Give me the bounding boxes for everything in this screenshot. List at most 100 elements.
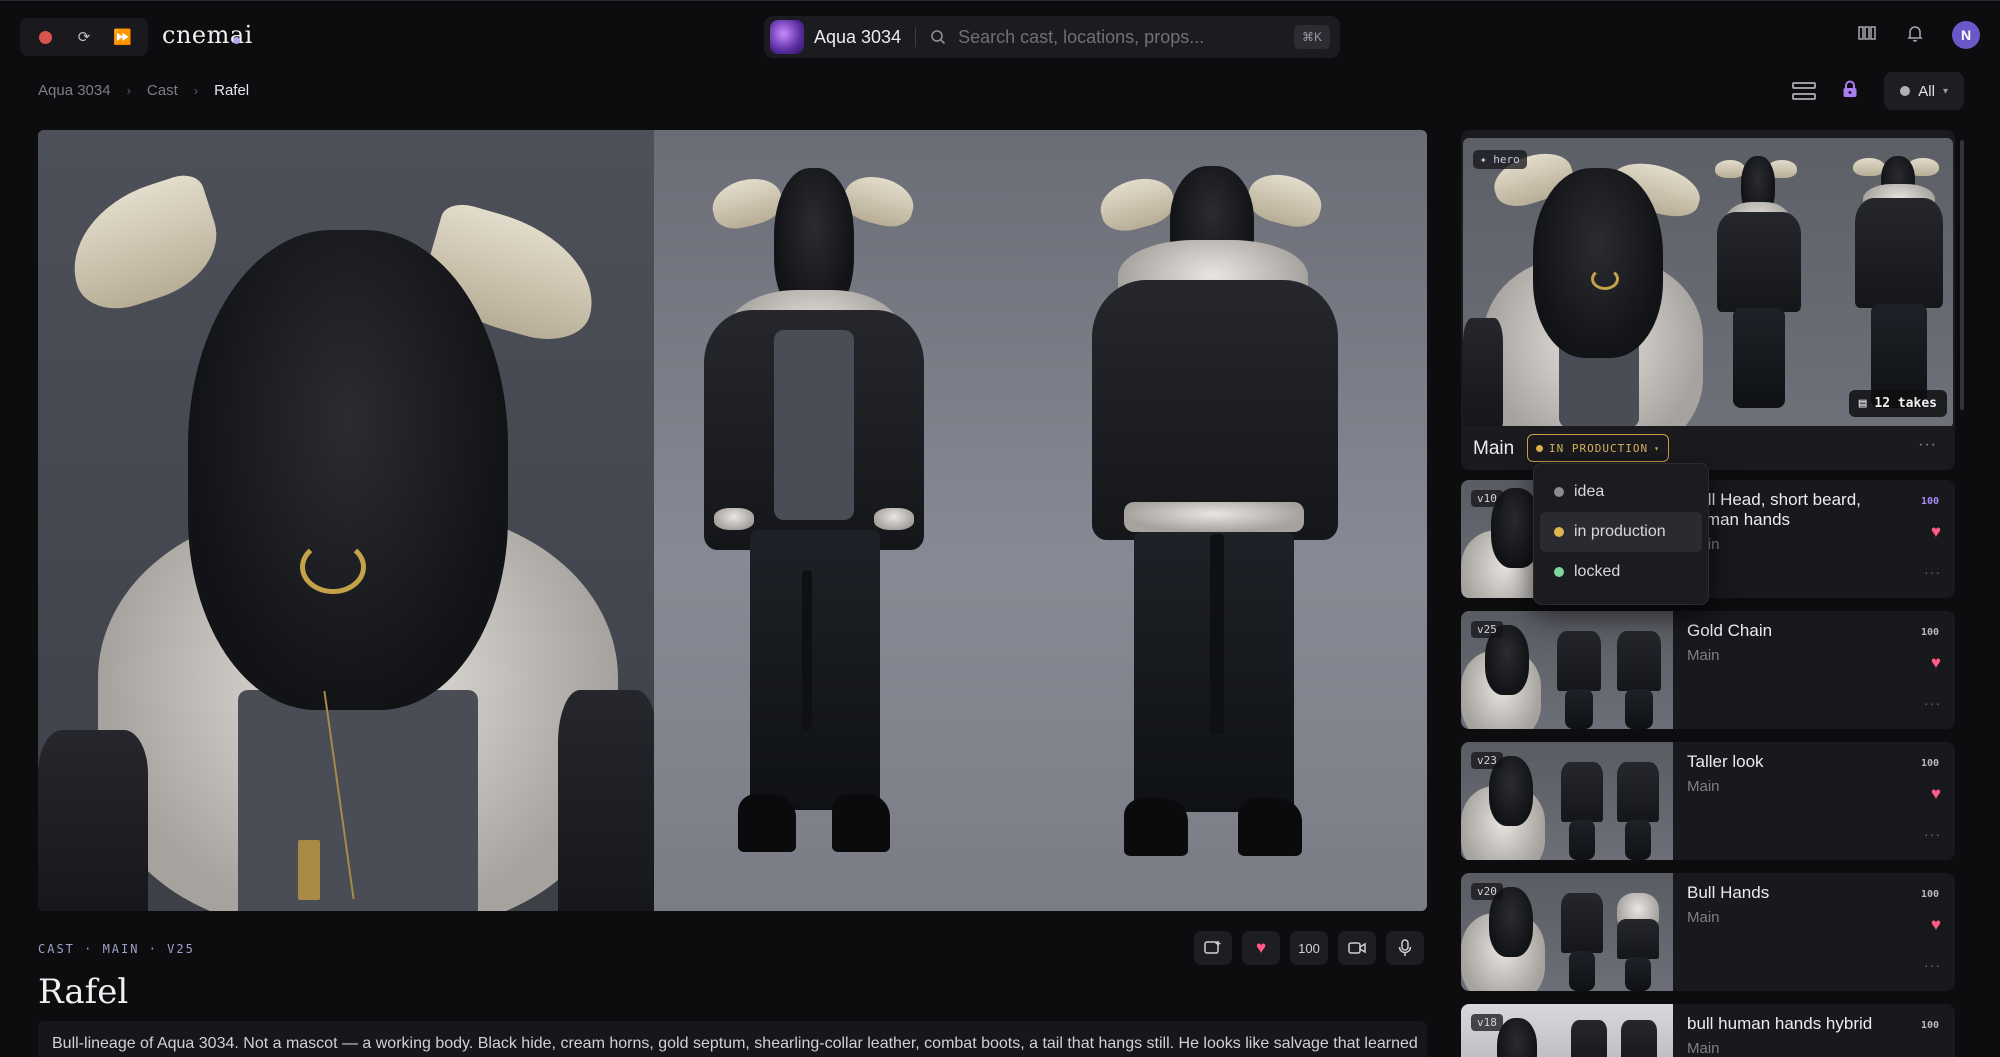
top-right-actions: N: [1856, 21, 1980, 49]
page-title: Rafel: [38, 972, 129, 1012]
version-badge: v25: [1471, 621, 1503, 638]
chevron-right-icon: ›: [126, 83, 131, 98]
take-score: 100: [1920, 758, 1939, 769]
take-thumbnail[interactable]: v23: [1461, 742, 1673, 860]
bull-head: [1497, 1018, 1537, 1057]
main-character-image[interactable]: [38, 130, 1427, 911]
breadcrumb: Aqua 3034 › Cast › Rafel: [38, 82, 249, 99]
jacket: [1617, 919, 1659, 959]
favorite-heart-icon[interactable]: ♥: [1931, 784, 1941, 804]
record-icon[interactable]: [31, 23, 59, 51]
fast-forward-icon[interactable]: ⏩: [109, 23, 137, 51]
take-title: Gold Chain: [1687, 621, 1773, 640]
search-shortcut: ⌘K: [1293, 25, 1330, 49]
microphone-icon[interactable]: [1386, 931, 1424, 965]
top-bar: ⟳ ⏩ cnemai Aqua 3034 ⌘K N: [0, 0, 2000, 72]
status-dot: [1554, 567, 1564, 577]
version-badge: v18: [1471, 1014, 1503, 1031]
chevron-right-icon: ›: [193, 83, 199, 98]
video-camera-icon[interactable]: [1338, 931, 1376, 965]
status-option-label: idea: [1574, 483, 1605, 500]
breadcrumb-project[interactable]: Aqua 3034: [38, 82, 111, 99]
chevron-down-icon: ▾: [1942, 85, 1948, 97]
jacket: [1561, 893, 1603, 953]
pendant: [298, 840, 320, 900]
layout-toggle-icon[interactable]: [1792, 79, 1817, 103]
divider: [915, 27, 917, 47]
take-card[interactable]: v20 Bull Hands Main 100 ♥ ···: [1461, 873, 1955, 991]
status-dropdown-menu: idea in production locked: [1533, 463, 1709, 605]
pants: [1625, 820, 1651, 860]
take-subtitle: Main: [1687, 647, 1720, 664]
score-button[interactable]: 100: [1290, 931, 1328, 965]
hero-thumbnail[interactable]: ✦ hero ▤ 12 takes: [1463, 138, 1953, 428]
filter-dot: [1900, 86, 1911, 96]
take-title: Bull Hands: [1687, 883, 1770, 902]
hero-take-card[interactable]: ✦ hero ▤ 12 takes Main IN PRODUCTION ▾ ·…: [1461, 130, 1955, 470]
filter-dropdown[interactable]: All ▾: [1884, 72, 1964, 110]
take-subtitle: Main: [1687, 909, 1720, 926]
tail: [802, 570, 812, 730]
take-thumbnail[interactable]: v25: [1461, 611, 1673, 729]
horn: [1853, 158, 1885, 176]
pants: [1733, 308, 1785, 408]
refresh-icon[interactable]: ⟳: [70, 23, 98, 51]
favorite-heart-icon[interactable]: ♥: [1931, 522, 1941, 542]
board-icon[interactable]: [1856, 25, 1878, 46]
project-search-bar: Aqua 3034 ⌘K: [764, 16, 1340, 58]
nose-ring: [300, 540, 366, 594]
status-option-in-production[interactable]: in production: [1540, 512, 1702, 552]
turnaround-panel: [654, 130, 1427, 911]
status-pill[interactable]: IN PRODUCTION ▾: [1527, 434, 1669, 462]
bull-head: [1533, 168, 1663, 358]
lock-icon[interactable]: [1842, 80, 1858, 103]
takes-count-badge[interactable]: ▤ 12 takes: [1848, 390, 1947, 417]
add-take-button[interactable]: [1194, 931, 1232, 965]
bell-icon[interactable]: [1904, 24, 1926, 47]
horn-left: [1095, 171, 1179, 237]
breadcrumb-current: Rafel: [214, 82, 250, 99]
character-description[interactable]: Bull-lineage of Aqua 3034. Not a mascot …: [38, 1021, 1427, 1057]
search-icon: [930, 29, 946, 45]
more-options-icon[interactable]: ···: [1924, 957, 1941, 973]
search-input[interactable]: [958, 26, 1294, 48]
pants: [1569, 951, 1595, 991]
take-thumbnail[interactable]: v18: [1461, 1004, 1673, 1057]
take-thumbnail[interactable]: v20: [1461, 873, 1673, 991]
take-title: bull human hands hybrid: [1687, 1014, 1873, 1033]
more-options-icon[interactable]: ···: [1924, 695, 1941, 711]
version-badge: v23: [1471, 752, 1503, 769]
breadcrumb-cast[interactable]: Cast: [147, 82, 178, 99]
take-title: Bull Head, short beard, human hands: [1687, 490, 1861, 529]
status-label: IN PRODUCTION: [1549, 441, 1649, 455]
more-options-icon[interactable]: ···: [1924, 826, 1941, 842]
boot: [1238, 798, 1302, 856]
brand-logo[interactable]: cnemai: [162, 21, 253, 49]
take-subtitle: Main: [1687, 778, 1720, 795]
take-score: 100: [1920, 627, 1939, 638]
more-options-icon[interactable]: ···: [1918, 436, 1937, 454]
scrollbar[interactable]: [1960, 140, 1964, 410]
status-dot: [1536, 444, 1543, 452]
favorite-heart-icon[interactable]: ♥: [1242, 931, 1280, 965]
pants: [750, 530, 880, 810]
project-name[interactable]: Aqua 3034: [814, 27, 901, 48]
take-score: 100: [1920, 496, 1939, 507]
take-score: 100: [1920, 1020, 1939, 1031]
status-option-idea[interactable]: idea: [1540, 472, 1702, 512]
take-card[interactable]: v18 bull human hands hybrid Main 100: [1461, 1004, 1955, 1057]
more-options-icon[interactable]: ···: [1924, 564, 1941, 580]
horn-right: [1243, 167, 1327, 233]
user-avatar[interactable]: N: [1952, 21, 1980, 49]
take-card[interactable]: v23 Taller look Main 100 ♥ ···: [1461, 742, 1955, 860]
take-score: 100: [1920, 889, 1939, 900]
nose-ring: [1591, 268, 1619, 290]
favorite-heart-icon[interactable]: ♥: [1931, 915, 1941, 935]
window-controls: ⟳ ⏩: [20, 18, 148, 56]
status-dot: [1554, 487, 1564, 497]
jacket: [1617, 631, 1661, 691]
project-avatar[interactable]: [770, 20, 804, 54]
favorite-heart-icon[interactable]: ♥: [1931, 653, 1941, 673]
take-card[interactable]: v25 Gold Chain Main 100 ♥ ···: [1461, 611, 1955, 729]
status-option-locked[interactable]: locked: [1540, 552, 1702, 592]
